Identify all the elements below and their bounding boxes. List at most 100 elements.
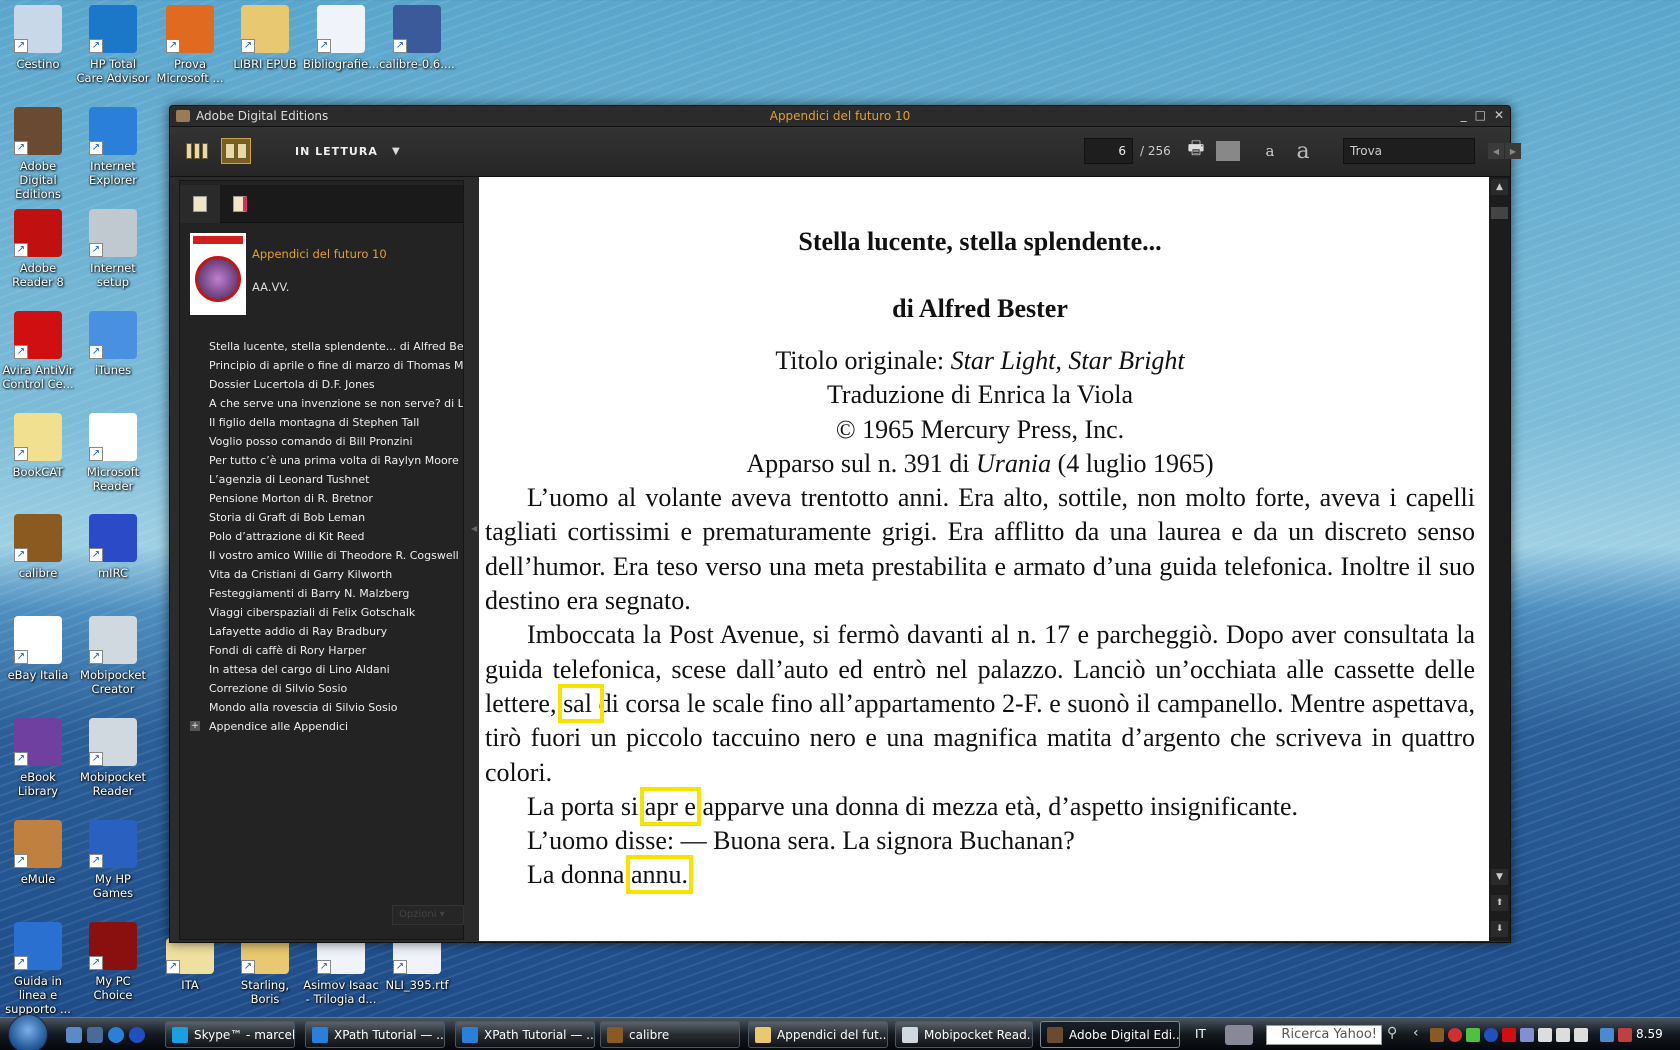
calibre-tray-icon[interactable] [1430,1028,1444,1042]
desktop-icon[interactable]: ↗ Adobe Reader 8 [0,209,76,289]
desktop-icon[interactable]: ↗ Mobipocket Creator [75,616,151,696]
desktop-icon[interactable]: ↗ My PC Choice [75,922,151,1002]
scroll-down-icon[interactable]: ▼ [1491,869,1508,885]
volume-muted-icon[interactable] [1618,1028,1632,1042]
desktop-icon[interactable]: ↗ Internet setup [75,209,151,289]
desktop-icon[interactable]: ↗ Prova Microsoft ... [152,5,228,85]
highlighted-text[interactable]: annu. [625,855,694,895]
mail-tray-icon[interactable] [1520,1028,1534,1042]
desktop-icon[interactable]: ↗ Bibliografie... [303,5,379,71]
taskbar-button[interactable]: Adobe Digital Edi... [1040,1021,1180,1048]
toc-item[interactable]: Vita da Cristiani di Garry Kilworth [180,565,463,584]
desktop-icon[interactable]: ↗ Internet Explorer [75,107,151,187]
taskbar-button[interactable]: Mobipocket Read... [895,1021,1033,1048]
desktop-icon[interactable]: ↗ calibre-0.6.... [379,5,455,71]
desktop-icon[interactable]: ↗ My HP Games [75,820,151,900]
switch-windows-icon[interactable] [87,1027,103,1043]
tray-icon[interactable] [1556,1028,1570,1042]
toc-item[interactable]: Polo d’attrazione di Kit Reed [180,527,463,546]
toc-item[interactable]: A che serve una invenzione se non serve?… [180,394,463,413]
library-view-button[interactable] [184,138,210,164]
toc-item[interactable]: Storia di Graft di Bob Leman [180,508,463,527]
title-bar[interactable]: Adobe Digital Editions Appendici del fut… [170,106,1510,126]
collapse-sidebar-handle[interactable]: ◀ [471,524,477,554]
toc-item[interactable]: Correzione di Silvio Sosio [180,679,463,698]
desktop-icon[interactable]: ↗ iTunes [75,311,151,377]
desktop-icon[interactable]: ↗ mIRC [75,514,151,580]
reading-view-button[interactable] [221,138,251,164]
scrollbar-thumb[interactable] [1491,207,1508,219]
search-next-icon[interactable]: ▶ [1505,143,1521,159]
tab-bookmarks[interactable] [220,185,260,223]
toc-item[interactable]: Fondi di caffè di Rory Harper [180,641,463,660]
toc-item[interactable]: Dossier Lucertola di D.F. Jones [180,375,463,394]
toc-item[interactable]: Per tutto c’è una prima volta di Raylyn … [180,451,463,470]
desktop-icon[interactable]: ↗ Avira AntiVir Control Ce... [0,311,76,391]
toc-item[interactable]: Pensione Morton di R. Bretnor [180,489,463,508]
toc-item[interactable]: Principio di aprile o fine di marzo di T… [180,356,463,375]
tray-expand-icon[interactable]: ‹ [1413,1025,1419,1041]
highlighted-text[interactable]: sal [558,683,604,723]
avira-tray-icon[interactable] [1502,1028,1516,1042]
toc-item[interactable]: Festeggiamenti di Barry N. Malzberg [180,584,463,603]
taskbar-button[interactable]: calibre [600,1021,740,1048]
minimize-button[interactable]: _ [1461,108,1467,122]
internet-explorer-icon[interactable] [108,1027,124,1043]
language-indicator[interactable]: IT [1195,1027,1206,1041]
search-prev-icon[interactable]: ◀ [1488,143,1504,159]
previous-page-icon[interactable]: ⬆ [1491,895,1508,911]
desktop-icon[interactable]: ↗ eBook Library [0,718,76,798]
close-button[interactable]: ✕ [1494,108,1504,122]
toc-item[interactable]: In attesa del cargo di Lino Aldani [180,660,463,679]
desktop-icon[interactable]: ↗ NLI_395.rtf [379,938,455,992]
desktop-icon[interactable]: ↗ eBay Italia [0,616,76,682]
chevron-down-icon[interactable]: ▼ [392,138,400,164]
search-icon[interactable]: ⚲ [1387,1025,1397,1041]
taskbar-button[interactable]: XPath Tutorial — ... [305,1021,445,1048]
bookmark-page-icon[interactable] [1216,141,1240,161]
options-dropdown[interactable]: Opzioni ▾ [392,905,464,925]
desktop-icon[interactable]: ↗ LIBRI EPUB [227,5,303,71]
toc-item[interactable]: Viaggi ciberspaziali di Felix Gotschalk [180,603,463,622]
search-input[interactable]: Trova [1343,138,1475,164]
quick-launch-icon[interactable] [129,1027,145,1043]
toc-item[interactable]: + Appendice alle Appendici [180,717,463,736]
network-icon[interactable] [1600,1028,1614,1042]
expand-icon[interactable]: + [190,721,200,731]
desktop-icon[interactable]: ↗ BookCAT [0,413,76,479]
taskbar-button[interactable]: XPath Tutorial — ... [455,1021,595,1048]
next-page-icon[interactable]: ⬇ [1491,921,1508,937]
mode-dropdown[interactable]: IN LETTURA [295,138,378,164]
page-scrollbar[interactable]: ▲ ▼ ⬆ ⬇ [1489,177,1510,941]
taskbar-button[interactable]: Skype™ - marcelli... [165,1021,295,1048]
toc-item[interactable]: L’agenzia di Leonard Tushnet [180,470,463,489]
print-icon[interactable]: 🖶 [1184,138,1208,164]
taskbar-button[interactable]: Appendici del fut... [748,1021,888,1048]
desktop-icon[interactable]: ↗ eMule [0,820,76,886]
start-button[interactable] [8,1014,48,1050]
desktop-icon[interactable]: ↗ Mobipocket Reader [75,718,151,798]
tray-icon[interactable] [1574,1028,1588,1042]
toc-item[interactable]: Il figlio della montagna di Stephen Tall [180,413,463,432]
toc-item[interactable]: Voglio posso comando di Bill Pronzini [180,432,463,451]
tray-icon[interactable] [1484,1028,1498,1042]
yahoo-search-input[interactable]: Ricerca Yahoo! [1266,1025,1382,1045]
desktop-icon[interactable]: ↗ Cestino [0,5,76,71]
desktop-icon[interactable]: ↗ Adobe Digital Editions [0,107,76,201]
toc-item[interactable]: Mondo alla rovescia di Silvio Sosio [180,698,463,717]
toc-item[interactable]: Lafayette addio di Ray Bradbury [180,622,463,641]
tray-icon[interactable] [1466,1028,1480,1042]
tray-icon[interactable] [1538,1028,1552,1042]
toc-item[interactable]: Stella lucente, stella splendente... di … [180,337,463,356]
increase-font-button[interactable]: a [1288,138,1318,164]
clock[interactable]: 8.59 [1636,1027,1663,1041]
show-desktop-icon[interactable] [66,1027,82,1043]
maximize-button[interactable]: □ [1475,108,1486,122]
highlighted-text[interactable]: apr e [639,786,701,826]
desktop-icon[interactable]: ↗ HP Total Care Advisor [75,5,151,85]
toc-item[interactable]: Il vostro amico Willie di Theodore R. Co… [180,546,463,565]
desktop-icon[interactable]: ↗ Microsoft Reader [75,413,151,493]
desktop-icon[interactable]: ↗ Asimov Isaac - Trilogia d... [303,938,379,1006]
desktop-icon[interactable]: ↗ Starling, Boris [227,938,303,1006]
desktop-icon[interactable]: ↗ Guida in linea e supporto ... [0,922,76,1016]
